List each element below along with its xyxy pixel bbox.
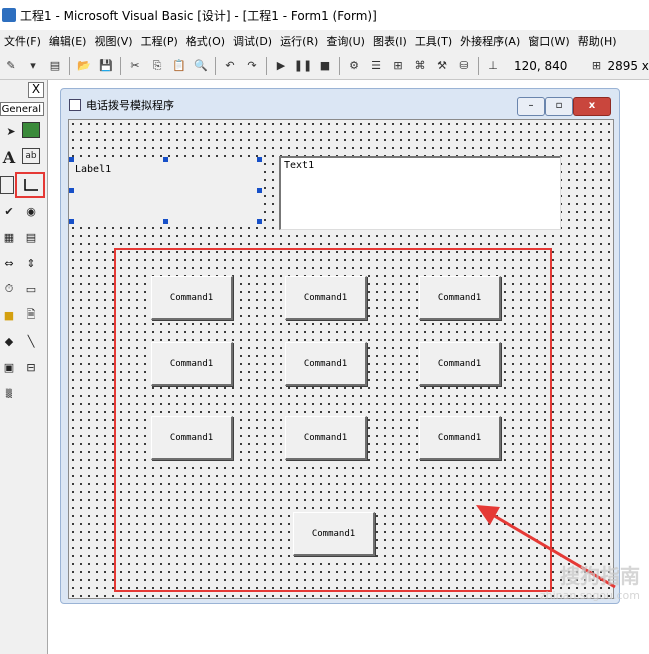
break-icon[interactable]: ❚❚ [294, 58, 312, 74]
menu-item-tools[interactable]: 工具(T) [411, 33, 456, 49]
toolbar-separator [339, 56, 340, 75]
toolbox-tab-general[interactable]: General [0, 102, 44, 116]
properties-window-icon[interactable]: ☰ [368, 58, 384, 74]
shape-tool-icon[interactable]: ◆ [0, 332, 18, 350]
add-form-icon[interactable]: ▾ [25, 58, 41, 74]
toolbar-separator [478, 56, 479, 75]
form-icon [69, 99, 81, 111]
menu-item-project[interactable]: 工程(P) [137, 33, 182, 49]
picturebox-tool-icon[interactable] [22, 122, 40, 138]
minimize-button[interactable]: – [517, 97, 545, 116]
size-icon: ⊞ [591, 59, 602, 72]
text1-control[interactable]: Text1 [279, 156, 561, 230]
text1-content: Text1 [284, 160, 315, 171]
menu-bar: 文件(F) 编辑(E) 视图(V) 工程(P) 格式(O) 调试(D) 运行(R… [0, 30, 649, 52]
menu-item-edit[interactable]: 编辑(E) [45, 33, 91, 49]
add-project-icon[interactable]: ✎ [3, 58, 19, 74]
undo-icon[interactable]: ↶ [222, 58, 238, 74]
frame-tool-icon[interactable] [0, 176, 14, 194]
selection-handle[interactable] [69, 188, 74, 193]
toolbar-separator [215, 56, 216, 75]
form-title: 电话拨号模拟程序 [86, 99, 174, 112]
drivelistbox-tool-icon[interactable]: ▭ [22, 280, 40, 298]
selection-handle[interactable] [69, 157, 74, 162]
data-view-icon[interactable]: ⛁ [456, 58, 472, 74]
selection-handle[interactable] [69, 219, 74, 224]
end-icon[interactable]: ■ [317, 58, 333, 74]
menu-editor-icon[interactable]: ▤ [47, 58, 63, 74]
copy-icon[interactable]: ⎘ [149, 58, 165, 74]
menu-item-run[interactable]: 运行(R) [276, 33, 322, 49]
find-icon[interactable]: 🔍 [193, 58, 209, 74]
menu-item-window[interactable]: 窗口(W) [524, 33, 573, 49]
menu-item-addins[interactable]: 外接程序(A) [456, 33, 524, 49]
toolbar-separator [120, 56, 121, 75]
standard-toolbar: ✎ ▾ ▤ 📂 💾 ✂ ⎘ 📋 🔍 ↶ ↷ ▶ ❚❚ ■ ⚙ ☰ ⊞ ⌘ ⚒ ⛁… [0, 52, 649, 80]
label1-control[interactable]: Label1 [71, 159, 259, 221]
maximize-button[interactable]: ▫ [545, 97, 573, 116]
optionbutton-tool-icon[interactable]: ◉ [22, 202, 40, 220]
selection-handle[interactable] [257, 219, 262, 224]
hscrollbar-tool-icon[interactable]: ⇔ [0, 254, 18, 272]
line-tool-icon[interactable]: ╲ [22, 332, 40, 350]
selection-handle[interactable] [257, 188, 262, 193]
toolbar-separator [69, 56, 70, 75]
menu-item-debug[interactable]: 调试(D) [229, 33, 276, 49]
title-bar: 工程1 - Microsoft Visual Basic [设计] - [工程1… [0, 0, 649, 30]
label1-caption: Label1 [75, 164, 112, 175]
menu-item-view[interactable]: 视图(V) [90, 33, 136, 49]
project-explorer-icon[interactable]: ⚙ [346, 58, 362, 74]
watermark-url: zhinan.sogou.com [539, 589, 640, 602]
size-readout: 2895 x [607, 58, 649, 73]
pointer-tool-icon[interactable]: ➤ [2, 122, 20, 140]
object-browser-icon[interactable]: ⌘ [412, 58, 428, 74]
close-icon[interactable]: X [28, 82, 44, 98]
watermark: 搜狗指南 zhinan.sogou.com [470, 560, 640, 630]
commandbutton-tool-highlight [15, 172, 45, 198]
toolbar-separator [266, 56, 267, 75]
open-project-icon[interactable]: 📂 [76, 58, 92, 74]
selection-handle[interactable] [257, 157, 262, 162]
window-title: 工程1 - Microsoft Visual Basic [设计] - [工程1… [20, 8, 377, 23]
menu-item-diagram[interactable]: 图表(I) [369, 33, 411, 49]
vscrollbar-tool-icon[interactable]: ⇕ [22, 254, 40, 272]
combobox-tool-icon[interactable]: ▦ [0, 228, 18, 246]
menu-item-help[interactable]: 帮助(H) [574, 33, 621, 49]
toolbox-icon[interactable]: ⚒ [434, 58, 450, 74]
paste-icon[interactable]: 📋 [171, 58, 187, 74]
close-button[interactable]: x [573, 97, 611, 116]
filelistbox-tool-icon[interactable]: 🗎 [22, 306, 40, 324]
menu-item-file[interactable]: 文件(F) [0, 33, 45, 49]
menu-item-query[interactable]: 查询(U) [322, 33, 369, 49]
menu-item-format[interactable]: 格式(O) [182, 33, 229, 49]
label-tool-icon[interactable]: A [0, 148, 18, 167]
checkbox-tool-icon[interactable]: ✔ [0, 202, 18, 220]
form-layout-icon[interactable]: ⊞ [390, 58, 406, 74]
cut-icon[interactable]: ✂ [127, 58, 143, 74]
toolbox-panel: X General ➤ A ab ✔ ◉ ▦ ▤ ⇔ ⇕ ⏱ ▭ ■ 🗎 ◆ ╲… [0, 80, 48, 654]
position-readout: 120, 840 [514, 58, 568, 73]
selection-handle[interactable] [163, 157, 168, 162]
textbox-tool-icon[interactable]: ab [22, 148, 40, 164]
timer-tool-icon[interactable]: ⏱ [0, 280, 18, 298]
save-project-icon[interactable]: 💾 [98, 58, 114, 74]
ole-tool-icon[interactable]: ▒ [0, 384, 18, 402]
selection-handle[interactable] [163, 219, 168, 224]
vb-app-icon [2, 8, 16, 22]
start-icon[interactable]: ▶ [273, 58, 289, 74]
data-tool-icon[interactable]: ⊟ [22, 358, 40, 376]
dirlistbox-tool-icon[interactable]: ■ [0, 306, 18, 324]
watermark-text: 搜狗指南 [560, 564, 640, 588]
redo-icon[interactable]: ↷ [244, 58, 260, 74]
listbox-tool-icon[interactable]: ▤ [22, 228, 40, 246]
position-icon: ⊥ [488, 59, 498, 72]
image-tool-icon[interactable]: ▣ [0, 358, 18, 376]
